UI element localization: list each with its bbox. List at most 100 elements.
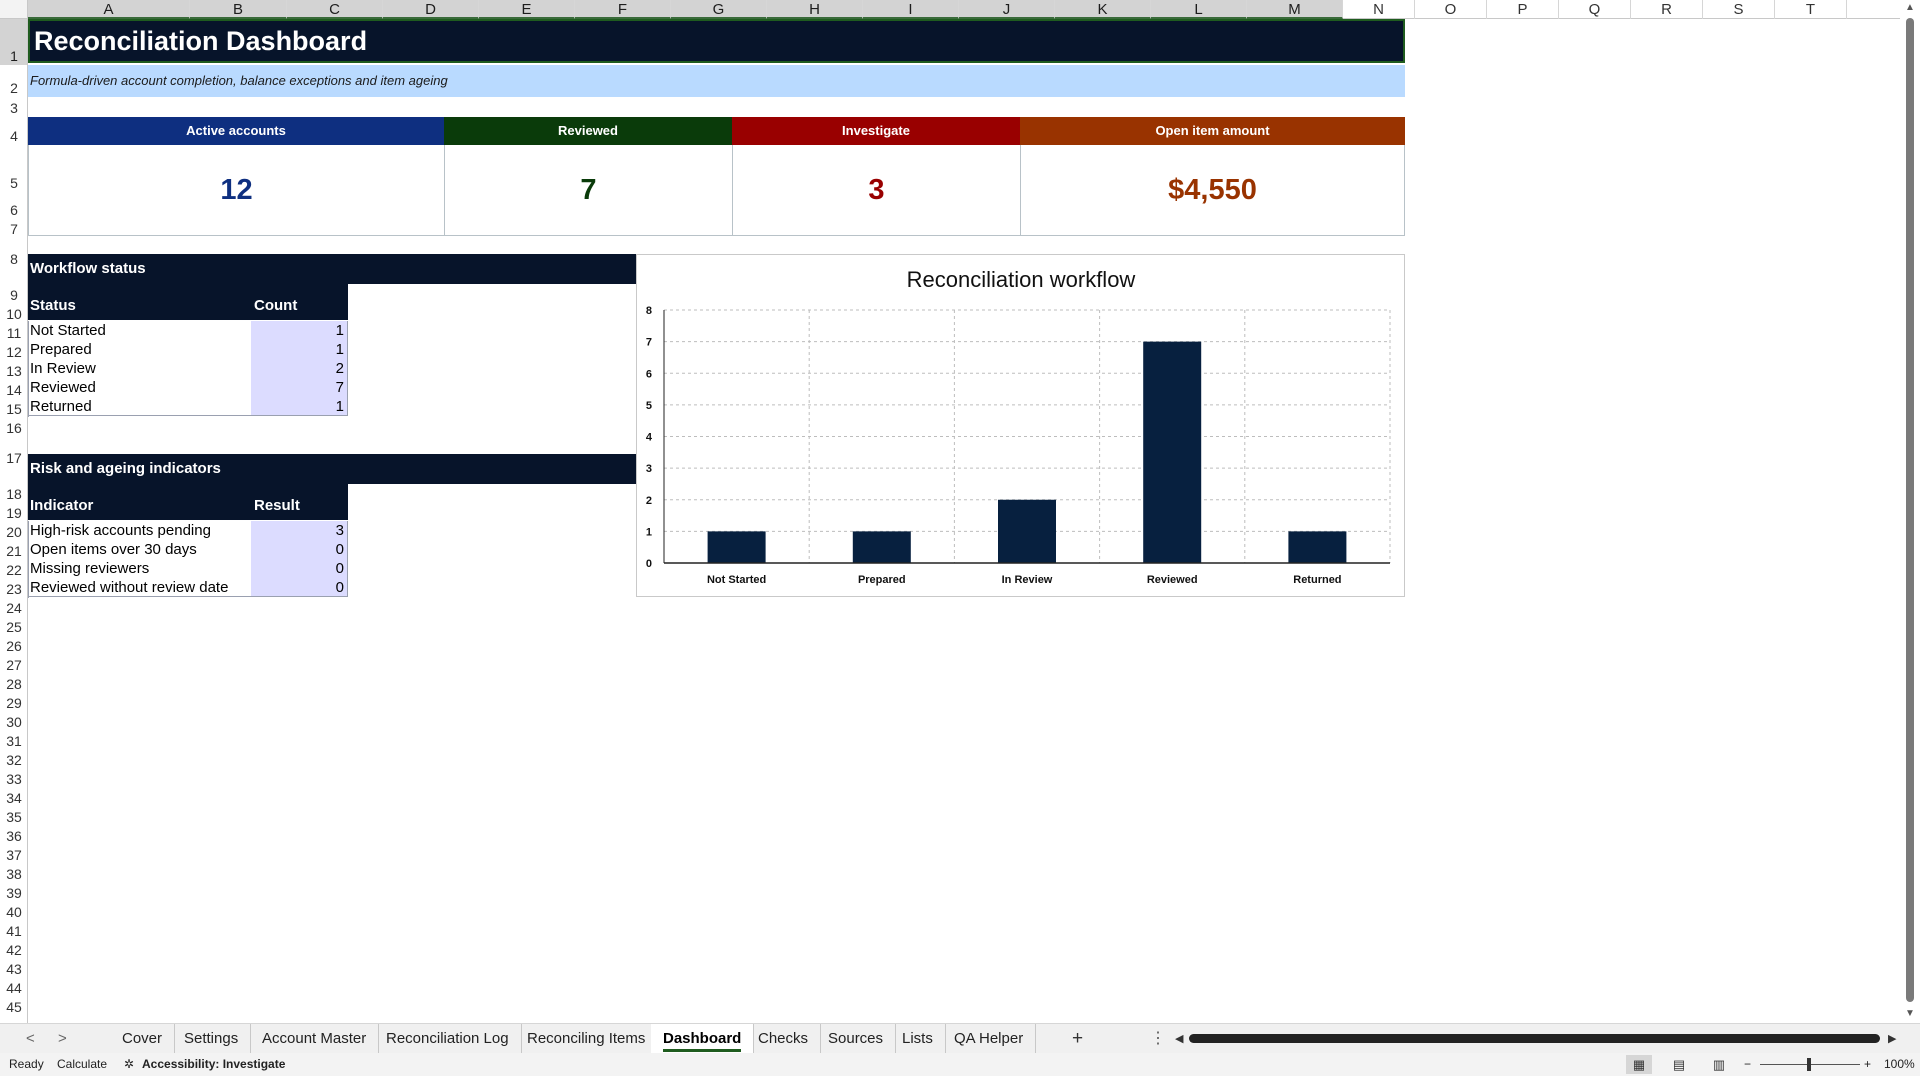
- row-header-18[interactable]: 18: [0, 467, 27, 503]
- row-header-31[interactable]: 31: [0, 731, 27, 750]
- risk-row-label[interactable]: Open items over 30 days: [30, 540, 197, 559]
- row-header-6[interactable]: 6: [0, 192, 27, 219]
- risk-row-label[interactable]: High-risk accounts pending: [30, 521, 211, 540]
- risk-row-result[interactable]: 0: [251, 559, 348, 578]
- add-sheet-button[interactable]: +: [1072, 1024, 1083, 1054]
- workflow-row-label[interactable]: In Review: [30, 359, 96, 378]
- workflow-row-count[interactable]: 7: [251, 378, 348, 397]
- row-header-39[interactable]: 39: [0, 883, 27, 902]
- row-header-2[interactable]: 2: [0, 65, 27, 97]
- sheet-tab-account-master[interactable]: Account Master: [250, 1024, 380, 1054]
- column-header-b[interactable]: B: [190, 0, 287, 19]
- column-header-q[interactable]: Q: [1559, 0, 1631, 19]
- row-header-40[interactable]: 40: [0, 902, 27, 921]
- dashboard-title[interactable]: Reconciliation Dashboard: [28, 19, 1405, 63]
- row-header-13[interactable]: 13: [0, 361, 27, 380]
- page-break-view-icon[interactable]: ▥: [1706, 1055, 1732, 1074]
- scroll-down-icon[interactable]: ▼: [1905, 1008, 1915, 1019]
- column-header-a[interactable]: A: [28, 0, 190, 19]
- row-header-7[interactable]: 7: [0, 219, 27, 238]
- horizontal-scroll-thumb[interactable]: [1189, 1034, 1880, 1043]
- sheet-tab-dashboard[interactable]: Dashboard: [651, 1024, 755, 1054]
- column-header-e[interactable]: E: [479, 0, 575, 19]
- row-header-4[interactable]: 4: [0, 117, 27, 145]
- row-header-45[interactable]: 45: [0, 997, 27, 1016]
- sheet-tab-sources[interactable]: Sources: [816, 1024, 897, 1054]
- scroll-up-icon[interactable]: ▲: [1905, 2, 1915, 13]
- page-layout-view-icon[interactable]: ▤: [1666, 1055, 1692, 1074]
- row-header-42[interactable]: 42: [0, 940, 27, 959]
- row-header-30[interactable]: 30: [0, 712, 27, 731]
- row-header-29[interactable]: 29: [0, 693, 27, 712]
- horizontal-scrollbar[interactable]: ◀ ▶: [1175, 1024, 1900, 1054]
- tab-scroll-left-icon[interactable]: <: [26, 1024, 35, 1054]
- status-accessibility[interactable]: Accessibility: Investigate: [142, 1053, 285, 1076]
- risk-row-label[interactable]: Reviewed without review date: [30, 578, 228, 597]
- column-header-j[interactable]: J: [959, 0, 1055, 19]
- row-header-44[interactable]: 44: [0, 978, 27, 997]
- risk-col-result[interactable]: Result: [254, 497, 300, 514]
- row-header-25[interactable]: 25: [0, 617, 27, 636]
- risk-section-title[interactable]: Risk and ageing indicators: [28, 454, 636, 484]
- row-header-9[interactable]: 9: [0, 268, 27, 304]
- workflow-row-count[interactable]: 2: [251, 359, 348, 378]
- chart-bar-reviewed[interactable]: [1143, 341, 1202, 563]
- column-header-p[interactable]: P: [1487, 0, 1559, 19]
- sheet-tab-settings[interactable]: Settings: [172, 1024, 252, 1054]
- risk-row-label[interactable]: Missing reviewers: [30, 559, 149, 578]
- zoom-out-icon[interactable]: −: [1744, 1053, 1751, 1076]
- row-header-3[interactable]: 3: [0, 97, 27, 117]
- row-header-38[interactable]: 38: [0, 864, 27, 883]
- vertical-scroll-thumb[interactable]: [1906, 18, 1914, 1002]
- row-header-43[interactable]: 43: [0, 959, 27, 978]
- sheet-tab-reconciliation-log[interactable]: Reconciliation Log: [374, 1024, 522, 1054]
- workflow-row-label[interactable]: Returned: [30, 397, 92, 416]
- workflow-row-count[interactable]: 1: [251, 397, 348, 416]
- column-header-o[interactable]: O: [1415, 0, 1487, 19]
- row-header-8[interactable]: 8: [0, 238, 27, 268]
- chart-bar-prepared[interactable]: [852, 531, 911, 563]
- row-header-35[interactable]: 35: [0, 807, 27, 826]
- workflow-row-label[interactable]: Reviewed: [30, 378, 96, 397]
- row-header-15[interactable]: 15: [0, 399, 27, 418]
- row-header-28[interactable]: 28: [0, 674, 27, 693]
- status-calculate[interactable]: Calculate: [57, 1053, 107, 1076]
- row-header-41[interactable]: 41: [0, 921, 27, 940]
- column-header-h[interactable]: H: [767, 0, 863, 19]
- column-header-l[interactable]: L: [1151, 0, 1247, 19]
- sheet-tab-reconciling-items[interactable]: Reconciling Items: [515, 1024, 659, 1054]
- row-header-32[interactable]: 32: [0, 750, 27, 769]
- kpi-label-investigate[interactable]: Investigate: [732, 117, 1020, 145]
- kpi-value-open-item-amount[interactable]: $4,550: [1020, 145, 1405, 236]
- accessibility-icon[interactable]: ✲: [124, 1053, 134, 1076]
- zoom-slider-knob[interactable]: [1807, 1058, 1811, 1071]
- column-header-m[interactable]: M: [1247, 0, 1343, 19]
- workflow-section-title[interactable]: Workflow status: [28, 254, 636, 284]
- workflow-row-count[interactable]: 1: [251, 321, 348, 340]
- row-header-17[interactable]: 17: [0, 437, 27, 467]
- normal-view-icon[interactable]: ▦: [1626, 1055, 1652, 1074]
- chart-bar-not-started[interactable]: [707, 531, 766, 563]
- scroll-right-icon[interactable]: ▶: [1888, 1032, 1896, 1045]
- select-all-corner[interactable]: [0, 0, 28, 19]
- sheet-tab-checks[interactable]: Checks: [746, 1024, 822, 1054]
- sheet-tab-qa-helper[interactable]: QA Helper: [942, 1024, 1037, 1054]
- workflow-row-label[interactable]: Not Started: [30, 321, 106, 340]
- risk-col-indicator[interactable]: Indicator: [30, 497, 93, 514]
- row-header-33[interactable]: 33: [0, 769, 27, 788]
- sheet-tab-lists[interactable]: Lists: [890, 1024, 946, 1054]
- kpi-value-active-accounts[interactable]: 12: [28, 145, 444, 236]
- kpi-label-open-item-amount[interactable]: Open item amount: [1020, 117, 1405, 145]
- column-header-n[interactable]: N: [1343, 0, 1415, 19]
- row-header-19[interactable]: 19: [0, 503, 27, 522]
- workflow-col-status[interactable]: Status: [30, 297, 76, 314]
- kpi-label-reviewed[interactable]: Reviewed: [444, 117, 732, 145]
- chart-bar-returned[interactable]: [1288, 531, 1347, 563]
- column-header-t[interactable]: T: [1775, 0, 1847, 19]
- column-header-d[interactable]: D: [383, 0, 479, 19]
- row-header-10[interactable]: 10: [0, 304, 27, 323]
- row-header-23[interactable]: 23: [0, 579, 27, 598]
- zoom-in-icon[interactable]: +: [1864, 1053, 1871, 1076]
- row-header-12[interactable]: 12: [0, 342, 27, 361]
- row-header-14[interactable]: 14: [0, 380, 27, 399]
